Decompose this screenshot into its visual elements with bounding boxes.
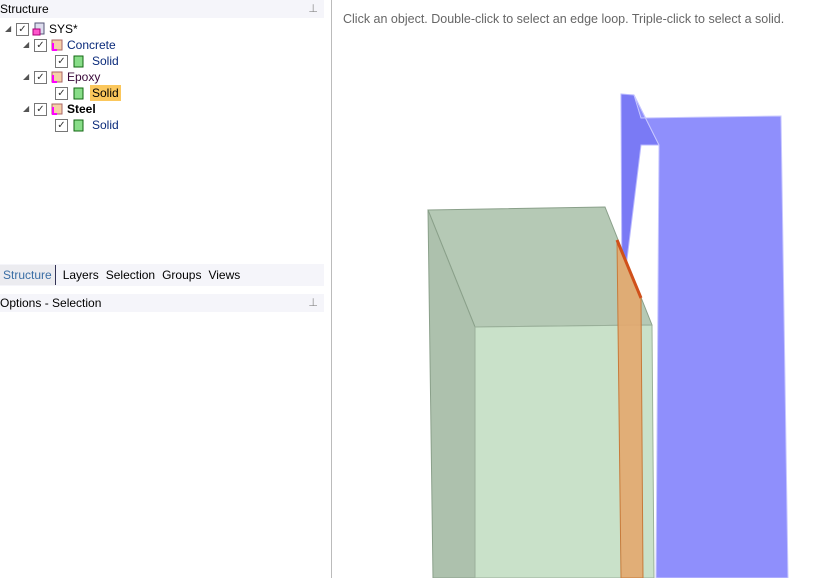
model-graphics	[427, 93, 789, 578]
pin-icon[interactable]: ⊥	[308, 294, 318, 312]
part-icon	[51, 71, 63, 83]
expand-icon[interactable]: ◢	[5, 21, 13, 37]
tree-label-selected: Solid	[90, 85, 121, 101]
assembly-icon	[32, 22, 45, 36]
expand-icon[interactable]: ◢	[23, 69, 31, 85]
checkbox[interactable]: ✓	[34, 102, 47, 116]
checkbox[interactable]: ✓	[34, 38, 47, 52]
options-panel-header: Options - Selection ⊥	[0, 294, 324, 312]
tree-label: Epoxy	[67, 70, 101, 84]
structure-panel-title: Structure	[0, 2, 49, 16]
checkbox[interactable]: ✓	[55, 86, 68, 100]
panel-tabs: Structure Layers Selection Groups Views	[0, 264, 324, 286]
expand-icon[interactable]: ◢	[23, 37, 31, 53]
part-icon	[51, 39, 63, 51]
left-panel: Structure ⊥ ◢ ✓ SYS* ◢ ✓ Concrete ✓ Solid …	[0, 0, 326, 578]
tree-item-steel-solid[interactable]: ✓ Solid	[55, 117, 119, 133]
3d-viewport[interactable]: Click an object. Double-click to select …	[331, 0, 828, 578]
expand-icon[interactable]: ◢	[23, 101, 31, 117]
tree-item-epoxy[interactable]: ◢ ✓ Epoxy	[23, 69, 100, 85]
tree-item-epoxy-solid[interactable]: ✓ Solid	[55, 85, 121, 101]
solid-icon	[73, 119, 84, 132]
tree-label: Solid	[92, 54, 119, 68]
tree-label: Steel	[67, 102, 96, 116]
options-panel-title: Options - Selection	[0, 296, 102, 310]
tab-selection[interactable]: Selection	[106, 268, 155, 282]
steel-web-face	[633, 94, 789, 578]
checkbox[interactable]: ✓	[55, 54, 68, 68]
tab-views[interactable]: Views	[208, 268, 240, 282]
tree-label: SYS*	[49, 22, 78, 36]
structure-panel-header: Structure ⊥	[0, 0, 324, 18]
tree-label: Concrete	[67, 38, 116, 52]
tree-item-concrete[interactable]: ◢ ✓ Concrete	[23, 37, 116, 53]
tree-item-sys[interactable]: ◢ ✓ SYS*	[5, 21, 78, 37]
solid-icon	[73, 55, 84, 68]
tab-groups[interactable]: Groups	[162, 268, 201, 282]
tab-layers[interactable]: Layers	[63, 268, 99, 282]
checkbox[interactable]: ✓	[55, 118, 68, 132]
solid-icon	[73, 87, 84, 100]
tree-item-steel[interactable]: ◢ ✓ Steel	[23, 101, 96, 117]
checkbox[interactable]: ✓	[16, 22, 29, 36]
part-icon	[51, 103, 63, 115]
tree-item-concrete-solid[interactable]: ✓ Solid	[55, 53, 119, 69]
tab-structure[interactable]: Structure	[0, 265, 56, 285]
checkbox[interactable]: ✓	[34, 70, 47, 84]
tree-label: Solid	[92, 118, 119, 132]
pin-icon[interactable]: ⊥	[308, 0, 318, 18]
